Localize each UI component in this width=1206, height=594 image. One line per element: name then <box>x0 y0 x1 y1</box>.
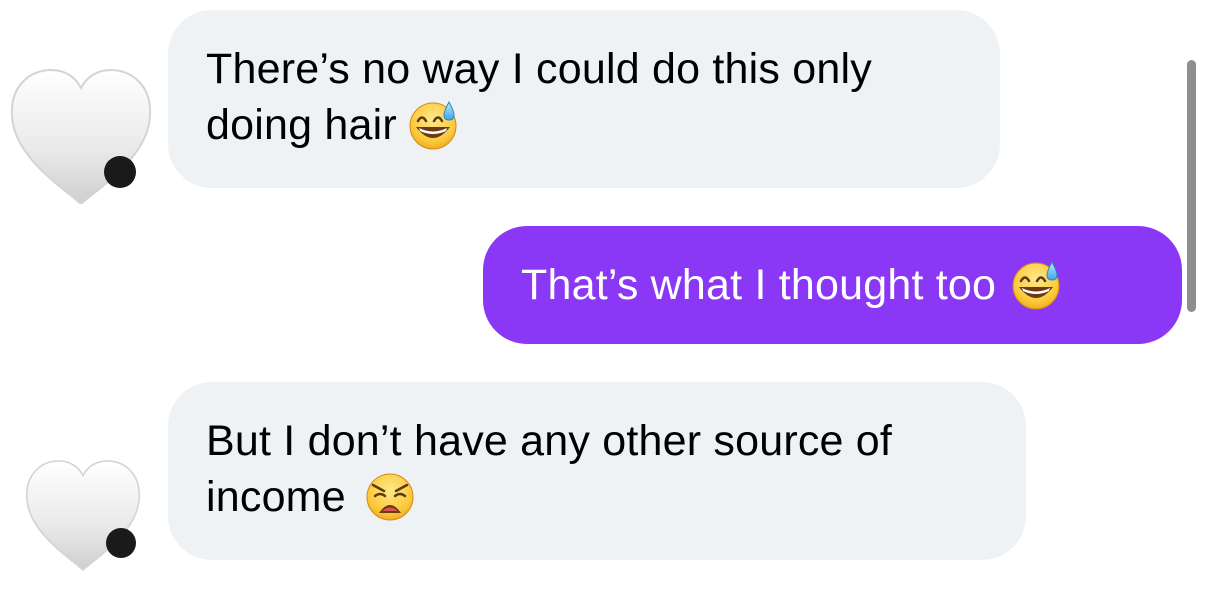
weary-face-icon <box>364 471 416 523</box>
message-text-line: income <box>206 469 990 526</box>
message-text-line: There’s no way I could do this only <box>206 45 872 93</box>
message-text-line: doing hair <box>206 97 964 154</box>
sender-avatar[interactable] <box>6 64 156 204</box>
message-bubble-outgoing[interactable]: That’s what I thought too <box>483 226 1182 344</box>
scrollbar[interactable] <box>1187 60 1196 312</box>
white-heart-icon <box>10 68 152 204</box>
grinning-face-with-sweat-icon <box>1010 259 1062 311</box>
message-bubble-incoming[interactable]: But I don’t have any other source of inc… <box>168 382 1026 560</box>
message-thread: There’s no way I could do this only doin… <box>0 0 1206 594</box>
grinning-face-with-sweat-icon <box>407 99 459 151</box>
message-text-line: That’s what I thought too <box>521 257 1146 314</box>
sender-avatar[interactable] <box>22 454 144 572</box>
message-text-line: But I don’t have any other source of <box>206 417 893 465</box>
message-bubble-incoming[interactable]: There’s no way I could do this only doin… <box>168 10 1000 188</box>
